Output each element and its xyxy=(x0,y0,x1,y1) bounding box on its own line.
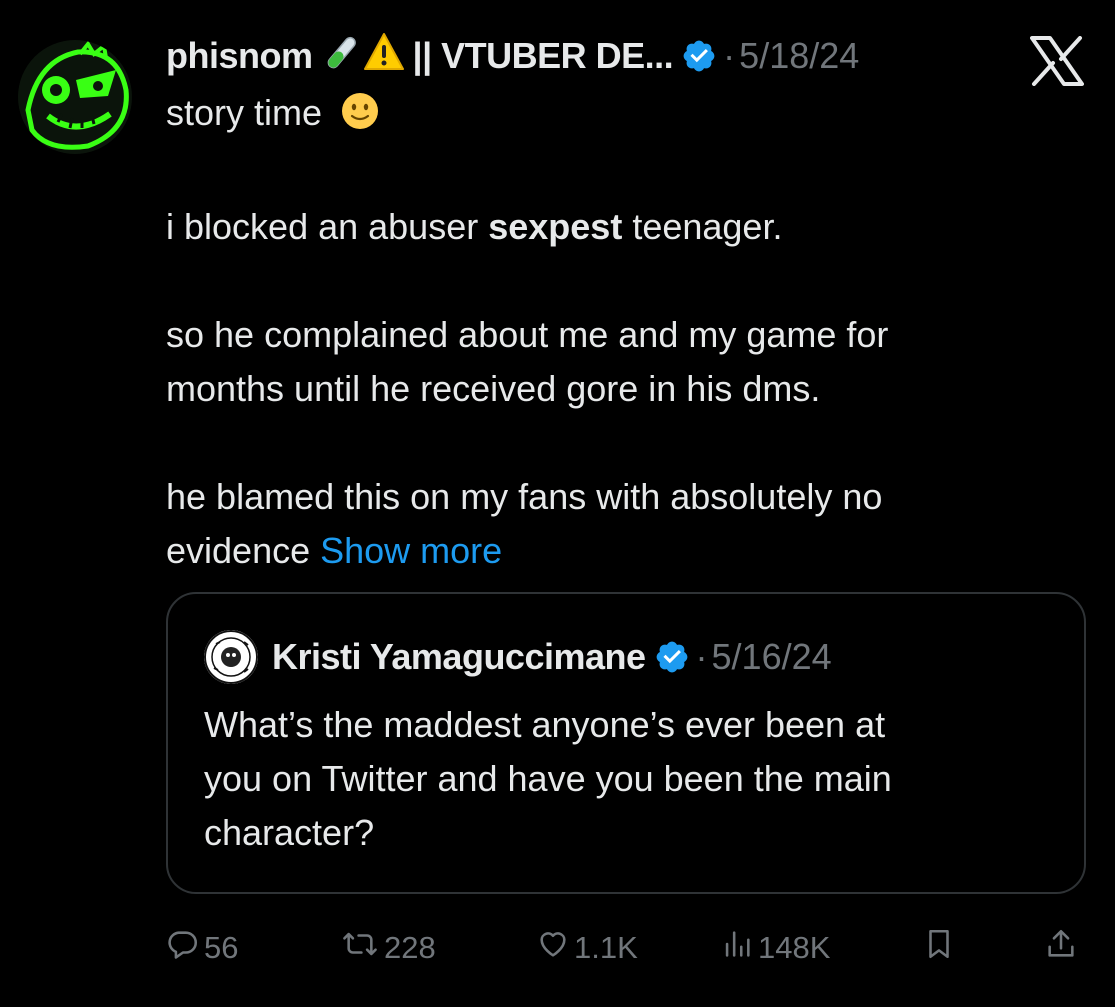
verified-badge-icon xyxy=(654,639,690,675)
quoted-author-avatar[interactable] xyxy=(204,630,258,684)
author-name[interactable]: phisnom xyxy=(166,35,313,77)
like-count: 1.1K xyxy=(574,930,638,965)
post-line: months until he received gore in his dms… xyxy=(166,368,821,409)
share-button[interactable] xyxy=(1044,918,1082,978)
quoted-post-line: What’s the maddest anyone’s ever been at xyxy=(204,704,886,745)
repost-icon xyxy=(340,927,384,969)
views-button[interactable]: 148K xyxy=(720,918,830,978)
post-line: teenager. xyxy=(622,206,783,247)
quoted-post-text: What’s the maddest anyone’s ever been at… xyxy=(204,698,1064,860)
verified-badge-icon xyxy=(681,38,717,74)
quoted-post[interactable]: Kristi Yamaguccimane · 5/16/24 What’s th… xyxy=(166,592,1086,894)
post-line: evidence xyxy=(166,530,321,571)
test-tube-icon xyxy=(321,32,361,81)
repost-count: 228 xyxy=(384,930,436,965)
header-separator: · xyxy=(723,35,736,76)
share-icon xyxy=(1044,927,1082,969)
post-line: so he complained about me and my game fo… xyxy=(166,314,889,355)
post-text: story time i blocked an abuser sexpest t… xyxy=(166,86,1066,578)
bookmark-icon xyxy=(922,927,960,969)
post-line: he blamed this on my fans with absolutel… xyxy=(166,476,883,517)
quoted-post-line: character? xyxy=(204,812,375,853)
quoted-post-line: you on Twitter and have you been the mai… xyxy=(204,758,892,799)
header-separator: · xyxy=(695,636,708,677)
post-bold-word: sexpest xyxy=(488,206,623,247)
quoted-post-date[interactable]: 5/16/24 xyxy=(712,636,832,678)
post-line: i blocked an abuser xyxy=(166,206,489,247)
quoted-post-header: Kristi Yamaguccimane · 5/16/24 xyxy=(204,630,832,684)
bookmark-button[interactable] xyxy=(922,918,960,978)
x-logo-icon xyxy=(1030,36,1084,86)
like-icon xyxy=(536,927,574,969)
show-more-link[interactable]: Show more xyxy=(320,530,502,571)
post-line: story time xyxy=(166,92,323,133)
post-header: phisnom || VTUBER DE... · 5/18/24 xyxy=(166,30,859,82)
reply-icon xyxy=(166,927,204,969)
views-icon xyxy=(720,927,758,969)
author-name-suffix[interactable]: || VTUBER DE... xyxy=(413,35,674,77)
views-count: 148K xyxy=(758,930,831,965)
author-avatar[interactable] xyxy=(18,40,132,154)
post-date[interactable]: 5/18/24 xyxy=(739,35,859,77)
repost-button[interactable]: 228 xyxy=(340,918,436,978)
action-bar: 56 228 1.1K 148K xyxy=(166,918,1086,978)
warning-icon xyxy=(363,32,405,81)
reply-count: 56 xyxy=(204,930,239,965)
reply-button[interactable]: 56 xyxy=(166,918,238,978)
like-button[interactable]: 1.1K xyxy=(536,918,638,978)
quoted-author-name[interactable]: Kristi Yamaguccimane xyxy=(272,636,646,678)
slightly-smiling-face-icon xyxy=(340,91,380,146)
